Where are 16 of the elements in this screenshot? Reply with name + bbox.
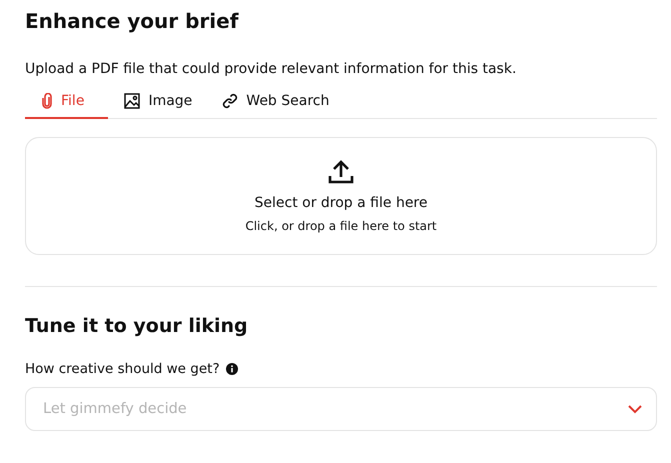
- dropzone-hint: Click, or drop a file here to start: [245, 219, 437, 233]
- image-icon: [124, 93, 140, 109]
- tab[interactable]: File: [25, 87, 108, 119]
- info-icon: [226, 363, 238, 375]
- tab[interactable]: Image: [108, 87, 206, 119]
- dropzone-title: Select or drop a file here: [254, 195, 428, 211]
- paperclip-icon: [41, 93, 53, 109]
- link-icon: [222, 93, 238, 109]
- upload-icon: [328, 159, 354, 185]
- section-title: Enhance your brief: [25, 8, 240, 34]
- field-label: How creative should we get?: [25, 361, 220, 377]
- chevron-down-icon: [628, 404, 642, 414]
- section-title: Tune it to your liking: [25, 314, 249, 339]
- tab[interactable]: Web Search: [206, 87, 344, 119]
- file-dropzone[interactable]: Select or drop a file here Click, or drop a file here to start: [25, 137, 657, 255]
- description-text: Upload a PDF file that could provide relevant information for this task.: [25, 60, 518, 78]
